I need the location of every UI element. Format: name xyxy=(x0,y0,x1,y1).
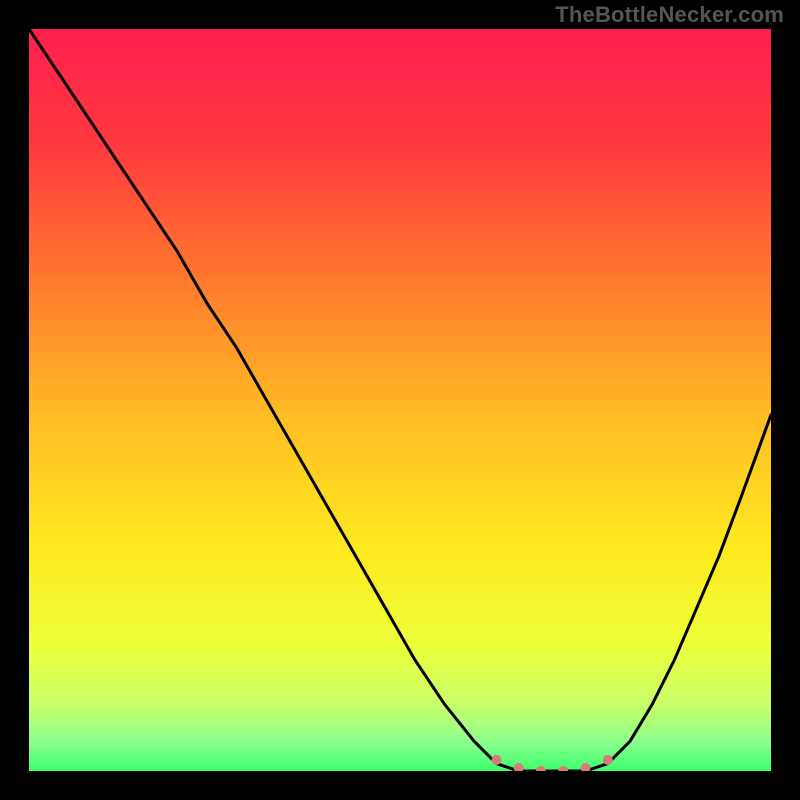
chart-frame: TheBottleNecker.com xyxy=(0,0,800,800)
plot-area xyxy=(29,29,771,771)
marker-dot xyxy=(492,755,502,765)
gradient-background xyxy=(29,29,771,771)
chart-svg xyxy=(29,29,771,771)
marker-dot xyxy=(603,755,613,765)
attribution-label: TheBottleNecker.com xyxy=(555,2,784,28)
